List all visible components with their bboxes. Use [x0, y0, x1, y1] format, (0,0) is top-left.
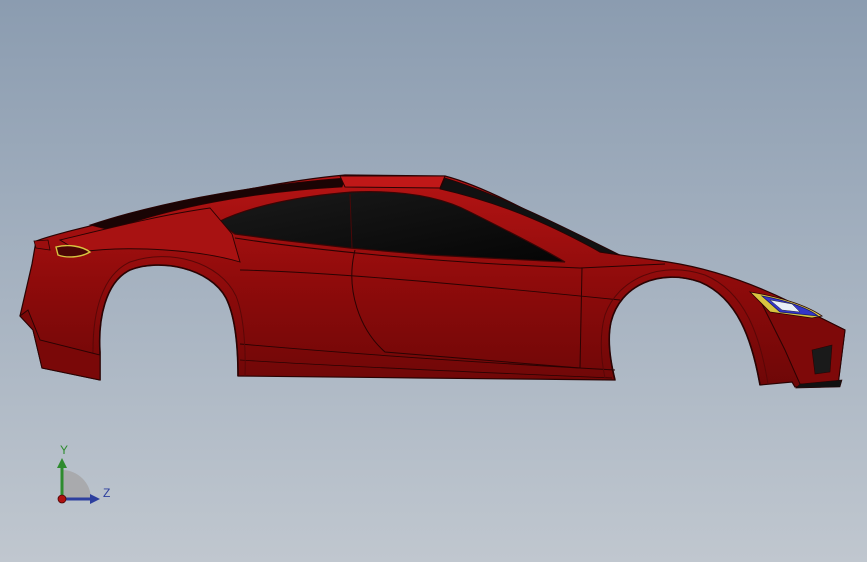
orientation-triad[interactable]: Y Z — [40, 440, 130, 510]
triad-plane-disc — [62, 470, 91, 499]
triad-y-arrow — [57, 458, 67, 468]
car-body-model[interactable] — [0, 0, 867, 562]
triad-z-arrow — [90, 494, 100, 504]
triad-y-label: Y — [60, 443, 69, 457]
front-intake — [811, 344, 833, 375]
graphics-viewport[interactable]: Y Z — [0, 0, 867, 562]
roof-scoop — [339, 175, 446, 189]
triad-z-label: Z — [103, 486, 111, 500]
triad-x-axis-origin — [57, 494, 67, 504]
triad-graphic — [57, 458, 100, 504]
